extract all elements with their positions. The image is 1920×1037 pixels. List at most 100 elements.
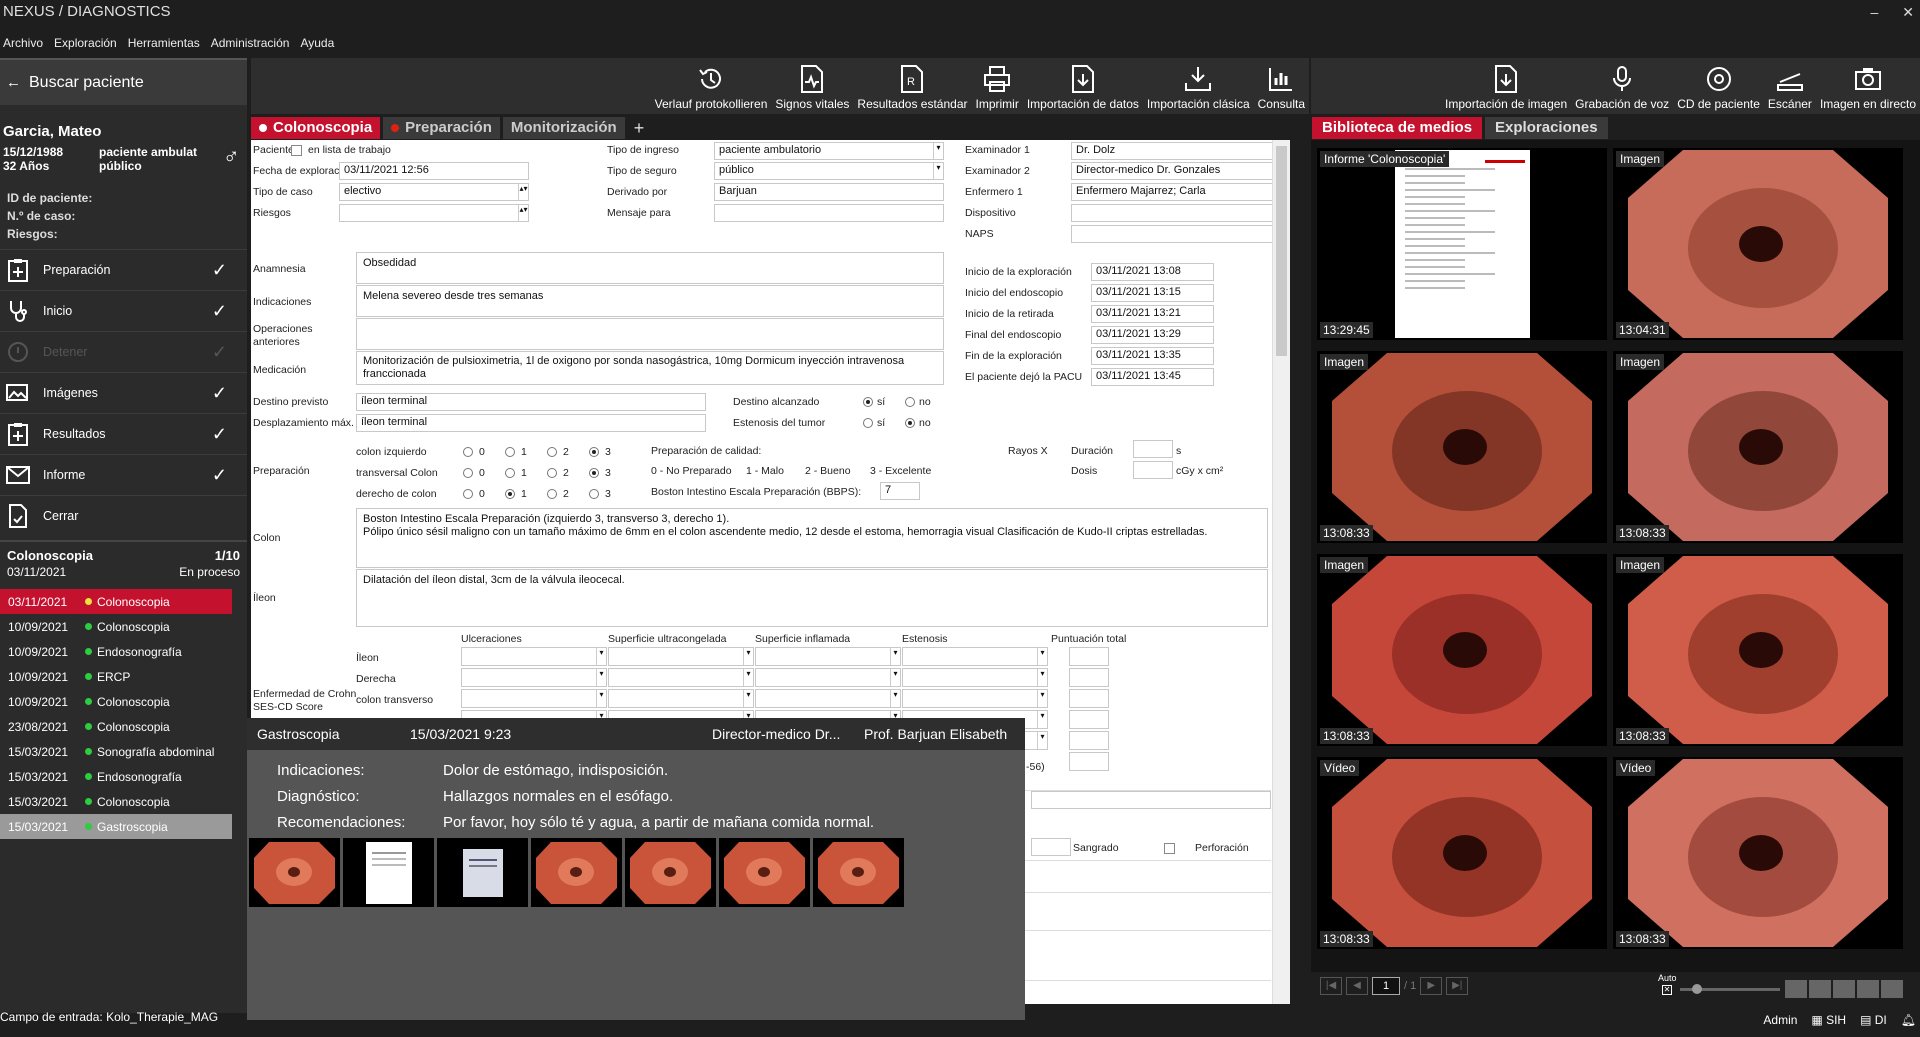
standard-results-button[interactable]: R Resultados estándar [853, 58, 971, 114]
crohn-total-field[interactable] [1069, 668, 1109, 687]
data-import-button[interactable]: Importación de datos [1023, 58, 1143, 114]
message-for-field[interactable] [714, 204, 944, 222]
form-scrollbar[interactable] [1272, 140, 1290, 1004]
patient-cd-button[interactable]: CD de paciente [1673, 58, 1764, 114]
prep-radio[interactable] [463, 489, 473, 499]
crohn-select[interactable]: ▾ [461, 689, 607, 708]
prep-radio[interactable] [589, 468, 599, 478]
scroll-thumb[interactable] [1276, 146, 1287, 356]
layout-2-button[interactable] [1809, 980, 1831, 998]
image-import-button[interactable]: Importación de imagen [1441, 58, 1571, 114]
prep-radio[interactable] [589, 489, 599, 499]
media-item[interactable]: Imagen 13:04:31 [1613, 148, 1903, 340]
step-inicio[interactable]: Inicio ✓ [0, 290, 247, 331]
minimize-button[interactable]: – [1870, 0, 1878, 24]
page-input[interactable]: 1 [1372, 977, 1400, 995]
media-item[interactable]: Vídeo 13:08:33 [1613, 757, 1903, 949]
time-field[interactable]: 03/11/2021 13:29 [1091, 326, 1214, 344]
prep-radio[interactable] [463, 468, 473, 478]
reached-no-radio[interactable] [905, 397, 915, 407]
crohn-total-field[interactable] [1069, 731, 1109, 750]
tab-preparacion[interactable]: Preparación [383, 117, 500, 139]
max-displacement-field[interactable]: íleon terminal [356, 414, 706, 432]
ileon-findings-textarea[interactable]: Dilatación del íleon distal, 3cm de la v… [356, 569, 1268, 627]
layout-4-button[interactable] [1857, 980, 1879, 998]
time-field[interactable]: 03/11/2021 13:08 [1091, 263, 1214, 281]
case-list-item[interactable]: 15/03/2021 Gastroscopia [0, 814, 232, 839]
prep-radio[interactable] [547, 447, 557, 457]
popup-thumbnail[interactable] [719, 838, 810, 907]
prep-radio[interactable] [505, 468, 515, 478]
menu-exploracion[interactable]: Exploración [54, 32, 117, 54]
first-page-button[interactable]: |◀ [1320, 977, 1342, 995]
referred-by-field[interactable]: Barjuan [714, 183, 944, 201]
examiner2-field[interactable]: Director-medico Dr. Gonzales [1071, 162, 1290, 180]
popup-thumbnail[interactable] [437, 838, 528, 907]
case-list-item[interactable]: 15/03/2021 Colonoscopia [0, 789, 232, 814]
auto-checkbox[interactable]: ✕ [1662, 985, 1672, 995]
insurance-type-select[interactable]: público ▾ [714, 162, 944, 180]
case-list-item[interactable]: 10/09/2021 Colonoscopia [0, 614, 232, 639]
popup-thumbnail[interactable] [531, 838, 622, 907]
menu-herramientas[interactable]: Herramientas [128, 32, 200, 54]
sih-indicator[interactable]: ▦ SIH [1811, 1013, 1846, 1027]
crohn-select[interactable]: ▾ [461, 647, 607, 666]
time-field[interactable]: 03/11/2021 13:15 [1091, 284, 1214, 302]
worklist-checkbox[interactable] [291, 145, 302, 156]
case-list-item[interactable]: 15/03/2021 Endosonografía [0, 764, 232, 789]
print-button[interactable]: Imprimir [972, 58, 1023, 114]
consultation-button[interactable]: Consulta [1254, 58, 1309, 114]
classic-import-button[interactable]: Importación clásica [1143, 58, 1254, 114]
crohn-select[interactable]: ▾ [608, 668, 754, 687]
case-list-item[interactable]: 10/09/2021 Colonoscopia [0, 689, 232, 714]
media-item[interactable]: Vídeo 13:08:33 [1317, 757, 1607, 949]
step-cerrar[interactable]: Cerrar [0, 495, 247, 536]
crohn-select[interactable]: ▾ [755, 647, 901, 666]
crohn-select[interactable]: ▾ [902, 647, 1048, 666]
media-item[interactable]: Imagen 13:08:33 [1317, 554, 1607, 746]
popup-thumbnail[interactable] [625, 838, 716, 907]
crohn-select[interactable]: ▾ [608, 647, 754, 666]
case-list-item[interactable]: 15/03/2021 Sonografía abdominal [0, 739, 232, 764]
layout-3-button[interactable] [1833, 980, 1855, 998]
media-item[interactable]: Imagen 13:08:33 [1317, 351, 1607, 543]
case-type-field[interactable]: electivo ▴▾ [339, 183, 529, 201]
tab-monitorizacion[interactable]: Monitorización [502, 117, 625, 139]
crohn-select[interactable]: ▾ [902, 668, 1048, 687]
bbps-field[interactable]: 7 [880, 482, 920, 500]
stenosis-yes-radio[interactable] [863, 418, 873, 428]
zoom-slider-handle[interactable] [1692, 984, 1702, 994]
prev-page-button[interactable]: ◀ [1346, 977, 1368, 995]
log-history-button[interactable]: Verlauf protokollieren [651, 58, 772, 114]
popup-thumbnail[interactable] [343, 838, 434, 907]
medication-textarea[interactable]: Monitorización de pulsioximetria, 1l de … [356, 351, 944, 385]
step-informe[interactable]: Informe ✓ [0, 454, 247, 495]
tab-colonoscopia[interactable]: Colonoscopia [251, 117, 381, 139]
crohn-select[interactable]: ▾ [755, 689, 901, 708]
nurse-field[interactable]: Enfermero Majarrez; Carla [1071, 183, 1290, 201]
crohn-total-field[interactable] [1069, 689, 1109, 708]
step-preparacion[interactable]: Preparación ✓ [0, 249, 247, 290]
naps-field[interactable] [1071, 225, 1290, 243]
admission-type-select[interactable]: paciente ambulatorio ▾ [714, 142, 944, 160]
search-patient-button[interactable]: ← Buscar paciente [0, 58, 247, 105]
prep-radio[interactable] [463, 447, 473, 457]
device-field[interactable] [1071, 204, 1290, 222]
add-tab-button[interactable]: + [634, 117, 645, 139]
close-button[interactable]: ✕ [1902, 0, 1914, 24]
bleeding-checkbox[interactable] [1164, 843, 1175, 854]
scanner-button[interactable]: Escáner [1764, 58, 1816, 114]
menu-administracion[interactable]: Administración [211, 32, 290, 54]
prep-radio[interactable] [505, 489, 515, 499]
layout-5-button[interactable] [1881, 980, 1903, 998]
reached-yes-radio[interactable] [863, 397, 873, 407]
previous-operations-textarea[interactable] [356, 318, 944, 350]
lower-field-1[interactable] [1031, 791, 1271, 809]
stenosis-no-radio[interactable] [905, 418, 915, 428]
case-list-item[interactable]: 03/11/2021 Colonoscopia [0, 589, 232, 614]
next-page-button[interactable]: ▶ [1420, 977, 1443, 995]
anamnesis-textarea[interactable]: Obsedidad [356, 252, 944, 284]
crohn-select[interactable]: ▾ [608, 689, 754, 708]
crohn-total-field[interactable] [1069, 710, 1109, 729]
time-field[interactable]: 03/11/2021 13:35 [1091, 347, 1214, 365]
